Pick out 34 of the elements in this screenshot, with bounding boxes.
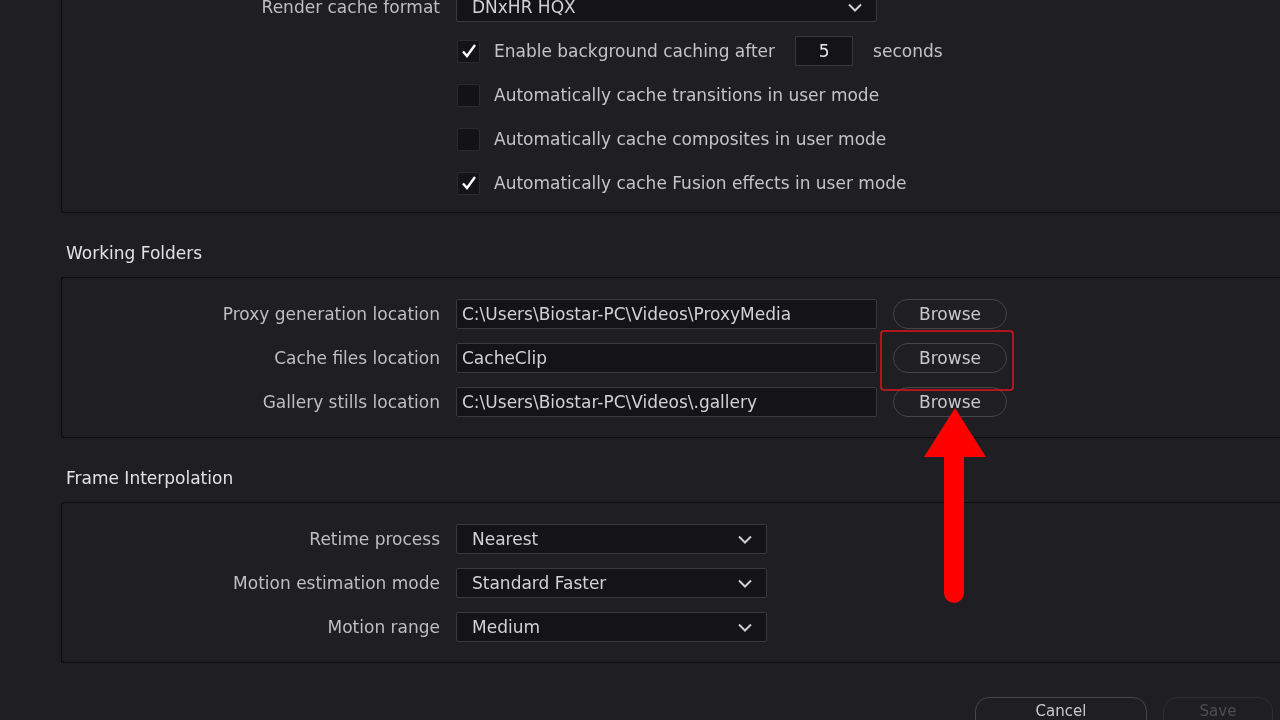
unit-label: seconds <box>873 41 943 61</box>
browse-button[interactable]: Browse <box>893 299 1007 329</box>
field-label: Render cache format <box>260 0 440 17</box>
field-label: Motion estimation mode <box>232 573 440 593</box>
path-field[interactable]: C:\Users\Biostar-PC\Videos\ProxyMedia <box>456 299 877 329</box>
browse-button[interactable]: Browse <box>893 343 1007 373</box>
checkbox-label: Enable background caching after <box>494 41 776 61</box>
dropdown[interactable]: Nearest <box>456 524 767 554</box>
path-field[interactable]: C:\Users\Biostar-PC\Videos\.gallery <box>456 387 877 417</box>
section-title: Frame Interpolation <box>65 467 235 490</box>
checkbox[interactable] <box>457 39 480 63</box>
checkbox[interactable] <box>457 171 480 195</box>
section-title: Working Folders <box>65 242 204 265</box>
chevron-down-icon <box>738 578 752 588</box>
field-label: Retime process <box>308 529 440 549</box>
field-label: Cache files location <box>273 348 440 368</box>
checkbox[interactable] <box>457 83 480 107</box>
chevron-down-icon <box>848 2 862 12</box>
footer-button[interactable]: Cancel <box>975 697 1147 720</box>
chevron-down-icon <box>738 622 752 632</box>
checkbox[interactable] <box>457 127 480 151</box>
path-field[interactable]: CacheClip <box>456 343 877 373</box>
checkbox-label: Automatically cache transitions in user mode <box>494 85 880 105</box>
checkbox-label: Automatically cache Fusion effects in user mode <box>494 173 907 193</box>
dropdown[interactable]: Medium <box>456 612 767 642</box>
dropdown[interactable]: Standard Faster <box>456 568 767 598</box>
field-label: Motion range <box>326 617 440 637</box>
browse-button[interactable]: Browse <box>893 387 1007 417</box>
field-label: Gallery stills location <box>261 392 440 412</box>
field-label: Proxy generation location <box>221 304 440 324</box>
chevron-down-icon <box>738 534 752 544</box>
checkbox-label: Automatically cache composites in user mode <box>494 129 887 149</box>
dropdown[interactable]: DNxHR HQX <box>456 0 877 22</box>
seconds-field[interactable]: 5 <box>795 36 854 66</box>
